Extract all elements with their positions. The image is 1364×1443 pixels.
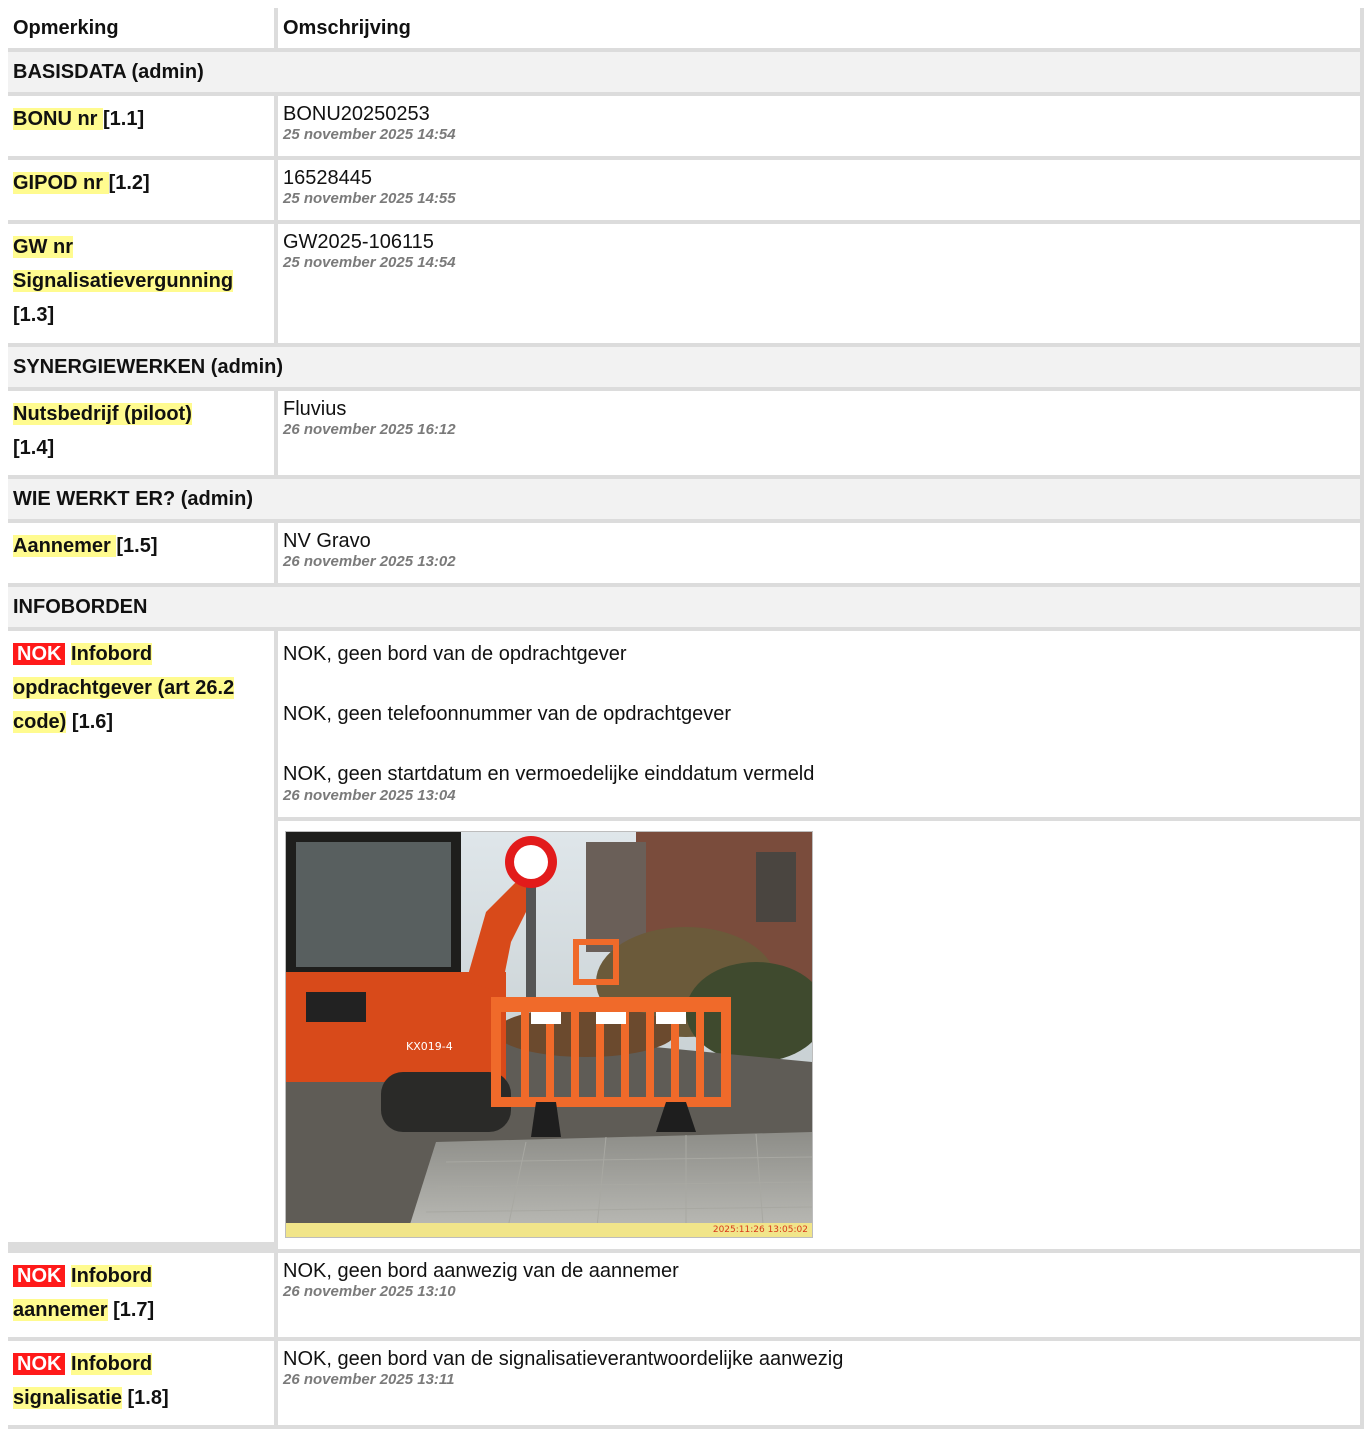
value-aannemer: NV Gravo 26 november 2025 13:02 bbox=[278, 523, 1364, 587]
value-gipod: 16528445 25 november 2025 14:55 bbox=[278, 160, 1364, 224]
report-table: Opmerking Omschrijving BASISDATA (admin)… bbox=[8, 8, 1364, 1429]
bonu-label: BONU nr bbox=[13, 108, 103, 130]
gw-value: GW2025-106115 bbox=[283, 231, 434, 253]
table-row: NOK Infobord opdrachtgever (art 26.2 cod… bbox=[8, 631, 1364, 1246]
label-nuts: Nutsbedrijf (piloot) [1.4] bbox=[8, 391, 278, 479]
table-row: NOK Infobord signalisatie [1.8] NOK, gee… bbox=[8, 1341, 1364, 1429]
label-aannemer: Aannemer [1.5] bbox=[8, 523, 278, 587]
nok-badge: NOK bbox=[13, 643, 66, 665]
label-infobord-aannemer: NOK Infobord aannemer [1.7] bbox=[8, 1253, 278, 1341]
bonu-value: BONU20250253 bbox=[283, 103, 430, 125]
photo-cell: KX019-4 2025:11:26 13:05:02 bbox=[278, 821, 1364, 1253]
gw-ref: [1.3] bbox=[13, 304, 55, 326]
nok-badge: NOK bbox=[13, 1353, 66, 1375]
section-wie-werkt-er: WIE WERKT ER? (admin) bbox=[8, 479, 1364, 523]
table-row: Aannemer [1.5] NV Gravo 26 november 2025… bbox=[8, 523, 1364, 587]
ib-opdracht-note-3: NOK, geen startdatum en vermoedelijke ei… bbox=[283, 763, 815, 785]
ib-signal-label-line2: signalisatie bbox=[13, 1387, 122, 1409]
nuts-label: Nutsbedrijf (piloot) bbox=[13, 403, 192, 425]
ib-signal-timestamp: 26 november 2025 13:11 bbox=[283, 1371, 455, 1388]
inspection-report: Opmerking Omschrijving BASISDATA (admin)… bbox=[8, 8, 1364, 1429]
ib-opdracht-note-1: NOK, geen bord van de opdrachtgever bbox=[283, 643, 627, 665]
nuts-ref: [1.4] bbox=[13, 437, 55, 459]
gipod-ref: [1.2] bbox=[108, 172, 150, 194]
gipod-label: GIPOD nr bbox=[13, 172, 109, 194]
value-infobord-aannemer: NOK, geen bord aanwezig van de aannemer … bbox=[278, 1253, 1364, 1341]
table-row: GIPOD nr [1.2] 16528445 25 november 2025… bbox=[8, 160, 1364, 224]
nok-badge: NOK bbox=[13, 1265, 66, 1287]
aannemer-ref: [1.5] bbox=[116, 535, 158, 557]
section-row: WIE WERKT ER? (admin) bbox=[8, 479, 1364, 523]
bonu-timestamp: 25 november 2025 14:54 bbox=[283, 126, 456, 143]
gipod-value: 16528445 bbox=[283, 167, 372, 189]
ib-aannemer-value: NOK, geen bord aanwezig van de aannemer bbox=[283, 1260, 679, 1282]
section-row: SYNERGIEWERKEN (admin) bbox=[8, 347, 1364, 391]
section-basisdata: BASISDATA (admin) bbox=[8, 52, 1364, 96]
table-row: NOK Infobord aannemer [1.7] NOK, geen bo… bbox=[8, 1253, 1364, 1341]
header-omschrijving: Omschrijving bbox=[278, 8, 1364, 52]
value-bonu: BONU20250253 25 november 2025 14:54 bbox=[278, 96, 1364, 160]
ib-opdracht-label-line3: code) bbox=[13, 711, 67, 733]
value-infobord-signalisatie: NOK, geen bord van de signalisatieverant… bbox=[278, 1341, 1364, 1429]
ib-opdracht-note-2: NOK, geen telefoonnummer van de opdracht… bbox=[283, 703, 732, 725]
section-row: INFOBORDEN bbox=[8, 587, 1364, 631]
ib-aannemer-timestamp: 26 november 2025 13:10 bbox=[283, 1283, 456, 1300]
header-opmerking: Opmerking bbox=[8, 8, 278, 52]
table-row: BONU nr [1.1] BONU20250253 25 november 2… bbox=[8, 96, 1364, 160]
value-infobord-opdrachtgever: NOK, geen bord van de opdrachtgever NOK,… bbox=[278, 631, 1364, 821]
label-infobord-opdrachtgever: NOK Infobord opdrachtgever (art 26.2 cod… bbox=[8, 631, 278, 1246]
gipod-timestamp: 25 november 2025 14:55 bbox=[283, 190, 456, 207]
nuts-value: Fluvius bbox=[283, 398, 347, 420]
site-photo[interactable]: KX019-4 2025:11:26 13:05:02 bbox=[285, 831, 813, 1238]
photo-timestamp: 2025:11:26 13:05:02 bbox=[286, 1223, 812, 1237]
section-synergie: SYNERGIEWERKEN (admin) bbox=[8, 347, 1364, 391]
ib-signal-label-line1: Infobord bbox=[71, 1353, 153, 1375]
svg-text:KX019-4: KX019-4 bbox=[406, 1040, 453, 1053]
section-infoborden: INFOBORDEN bbox=[8, 587, 1364, 631]
aannemer-timestamp: 26 november 2025 13:02 bbox=[283, 553, 456, 570]
gw-label-line1: GW nr bbox=[13, 236, 73, 258]
ib-opdracht-timestamp: 26 november 2025 13:04 bbox=[283, 787, 456, 804]
value-nuts: Fluvius 26 november 2025 16:12 bbox=[278, 391, 1364, 479]
table-row: GW nr Signalisatievergunning [1.3] GW202… bbox=[8, 224, 1364, 347]
gw-timestamp: 25 november 2025 14:54 bbox=[283, 254, 456, 271]
gw-label-line2: Signalisatievergunning bbox=[13, 270, 234, 292]
ib-aannemer-label-line1: Infobord bbox=[71, 1265, 153, 1287]
ib-opdracht-ref: [1.6] bbox=[71, 711, 114, 733]
ib-signal-value: NOK, geen bord van de signalisatieverant… bbox=[283, 1348, 844, 1370]
table-header-row: Opmerking Omschrijving bbox=[8, 8, 1364, 52]
label-bonu: BONU nr [1.1] bbox=[8, 96, 278, 160]
ib-aannemer-label-line2: aannemer bbox=[13, 1299, 108, 1321]
nuts-timestamp: 26 november 2025 16:12 bbox=[283, 421, 456, 438]
ib-opdracht-label-line1: Infobord bbox=[71, 643, 153, 665]
bonu-ref: [1.1] bbox=[103, 108, 145, 130]
label-gw: GW nr Signalisatievergunning [1.3] bbox=[8, 224, 278, 347]
ib-aannemer-ref: [1.7] bbox=[113, 1299, 155, 1321]
ib-signal-ref: [1.8] bbox=[127, 1387, 169, 1409]
aannemer-label: Aannemer bbox=[13, 535, 117, 557]
label-gipod: GIPOD nr [1.2] bbox=[8, 160, 278, 224]
aannemer-value: NV Gravo bbox=[283, 530, 371, 552]
table-row: Nutsbedrijf (piloot) [1.4] Fluvius 26 no… bbox=[8, 391, 1364, 479]
excavator-scene-image: KX019-4 bbox=[286, 832, 812, 1237]
value-gw: GW2025-106115 25 november 2025 14:54 bbox=[278, 224, 1364, 347]
section-row: BASISDATA (admin) bbox=[8, 52, 1364, 96]
ib-opdracht-label-line2: opdrachtgever (art 26.2 bbox=[13, 677, 235, 699]
label-infobord-signalisatie: NOK Infobord signalisatie [1.8] bbox=[8, 1341, 278, 1429]
